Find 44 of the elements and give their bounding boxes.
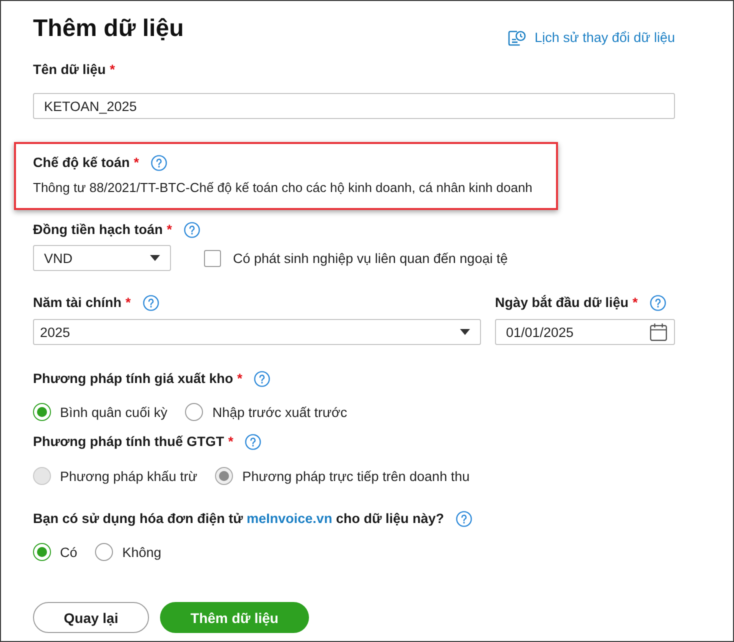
help-icon[interactable] [151, 155, 168, 171]
currency-select[interactable]: VND [33, 245, 171, 271]
meinvoice-link[interactable]: meInvoice.vn [246, 511, 332, 526]
history-icon [508, 30, 526, 46]
radio-button[interactable] [95, 543, 114, 561]
radio-label[interactable]: Không [122, 544, 162, 560]
required-mark: * [110, 61, 116, 79]
help-icon[interactable] [254, 371, 270, 387]
radio-button[interactable] [33, 543, 51, 561]
help-icon[interactable] [142, 295, 159, 311]
date-field[interactable]: 01/01/2025 [495, 319, 675, 345]
required-mark: * [134, 154, 140, 172]
field-label: Tên dữ liệu [33, 61, 106, 79]
radio-label[interactable]: Bình quân cuối kỳ [60, 404, 168, 420]
radio-label[interactable]: Nhập trước xuất trước [212, 404, 348, 420]
required-mark: * [237, 370, 242, 388]
field-label: Chế độ kế toán [33, 154, 130, 172]
required-mark: * [228, 433, 234, 451]
help-icon[interactable] [456, 511, 472, 527]
required-mark: * [166, 221, 172, 239]
radio-button[interactable] [185, 403, 204, 421]
field-label: Năm tài chính [33, 294, 122, 312]
page-title: Thêm dữ liệu [33, 14, 184, 44]
radio-label[interactable]: Có [60, 544, 78, 560]
question-text: Bạn có sử dụng hóa đơn điện tử meInvoice.vn cho dữ liệu này? [33, 510, 444, 528]
field-label: Ngày bắt đầu dữ liệu [495, 294, 629, 312]
help-icon[interactable] [650, 295, 666, 311]
year-select[interactable]: 2025 [33, 319, 481, 345]
checkbox-label[interactable]: Có phát sinh nghiệp vụ liên quan đến ngoại tệ [233, 250, 508, 266]
caret-icon [150, 255, 160, 261]
calendar-icon[interactable] [650, 323, 667, 341]
field-label: Phương pháp tính thuế GTGT [33, 433, 224, 451]
required-mark: * [126, 294, 131, 312]
regime-value: Thông tư 88/2021/TT-BTC-Chế độ kế toán cho các hộ kinh doanh, cá nhân kinh doanh [33, 179, 534, 197]
required-mark: * [632, 294, 638, 312]
field-label: Đồng tiền hạch toán [33, 221, 163, 239]
help-icon[interactable] [184, 222, 200, 238]
back-button[interactable]: Quay lại [33, 602, 149, 633]
history-link[interactable]: Lịch sử thay đổi dữ liệu [508, 29, 675, 47]
radio-button[interactable] [33, 403, 51, 421]
field-label: Phương pháp tính giá xuất kho [33, 370, 234, 388]
checkbox[interactable] [204, 250, 221, 266]
text-field[interactable]: KETOAN_2025 [33, 93, 675, 119]
caret-icon [460, 329, 470, 335]
